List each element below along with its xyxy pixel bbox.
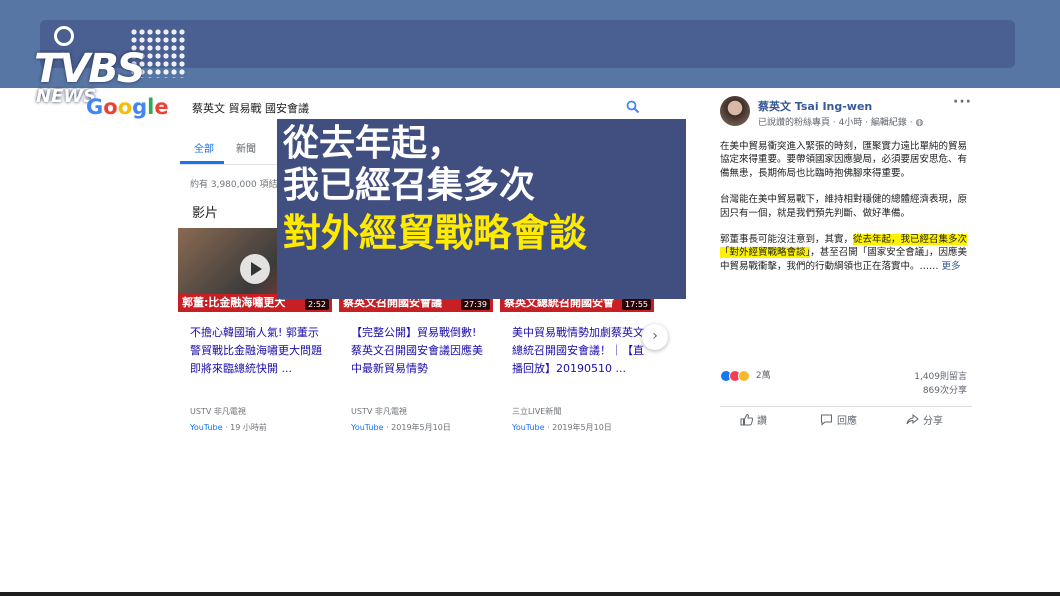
video-time: 2019年5月10日 [391, 423, 451, 432]
like-button[interactable]: 讚 [740, 412, 767, 427]
like-label: 讚 [757, 416, 767, 427]
overlay-line-1: 從去年起， [283, 123, 464, 164]
results-count: 約有 3,980,000 項結 [190, 180, 278, 190]
play-icon[interactable] [240, 254, 270, 284]
divider [720, 406, 972, 407]
bottom-border [0, 592, 1060, 596]
avatar[interactable] [720, 96, 750, 126]
post-meta: 已說讚的粉絲專頁 · 4小時 · 編輯紀錄 · ◍ [758, 118, 924, 128]
post-paragraph: 在美中貿易衝突進入緊張的時刻，匯聚實力遠比單純的貿易協定來得重要。要帶領國家因應… [720, 141, 968, 179]
video-platform: YouTube [190, 423, 223, 432]
video-duration: 2:52 [305, 299, 329, 310]
post-paragraph: 郭董事長可能沒注意到，其實，從去年起，我已經召集多次「對外經貿戰略會談」，甚至召… [720, 234, 968, 272]
video-time: 19 小時前 [230, 423, 267, 432]
search-bar-background [40, 20, 1015, 68]
see-more-link[interactable]: 更多 [942, 261, 961, 272]
videos-section-title: 影片 [192, 206, 219, 221]
video-meta: YouTube · 2019年5月10日 [512, 423, 612, 432]
overlay-line-3: 對外經貿戰略會談 [283, 211, 588, 255]
post-actions: 讚 回應 分享 [720, 412, 972, 432]
quote-overlay: 從去年起， 我已經召集多次 對外經貿戰略會談 [277, 119, 686, 299]
post-body: 在美中貿易衝突進入緊張的時刻，匯聚實力遠比單純的貿易協定來得重要。要帶領國家因應… [720, 140, 972, 286]
share-icon [906, 413, 919, 425]
video-source: USTV 非凡電視 [190, 407, 246, 416]
post-paragraph: 台灣能在美中貿易戰下，維持相對穩健的總體經濟表現，原因只有一個，就是我們預先判斷… [720, 194, 968, 219]
chevron-right-icon[interactable]: › [642, 324, 668, 350]
video-meta: YouTube · 2019年5月10日 [351, 423, 451, 432]
search-input[interactable]: 蔡英文 貿易戰 國安會議 [192, 100, 309, 116]
overlay-line-2: 我已經召集多次 [283, 165, 536, 206]
share-label: 分享 [923, 416, 943, 427]
video-title[interactable]: 不擔心韓國瑜人氣! 郭董示警貿戰比金融海嘯更大問題即將來臨總統快開 ... [190, 324, 326, 378]
haha-reaction-icon [738, 369, 750, 382]
video-platform: YouTube [351, 423, 384, 432]
video-title[interactable]: 美中貿易戰情勢加劇蔡英文總統召開國安會議！｜【直播回放】20190510 ... [512, 324, 648, 378]
video-duration: 27:39 [460, 299, 490, 310]
comment-icon [821, 414, 832, 426]
reactions-count: 2萬 [755, 371, 771, 381]
comments-count[interactable]: 1,409則留言 [914, 370, 967, 384]
engagement-stats: 1,409則留言 869次分享 [914, 370, 967, 398]
video-source: 三立LIVE新聞 [512, 407, 562, 416]
post-author[interactable]: 蔡英文 Tsai Ing-wen [758, 98, 872, 114]
search-icon[interactable] [626, 100, 640, 114]
comment-label: 回應 [837, 416, 857, 427]
shares-count[interactable]: 869次分享 [914, 384, 967, 398]
tab-all[interactable]: 全部 [194, 140, 214, 155]
thumbs-up-icon [740, 413, 753, 426]
video-source: USTV 非凡電視 [351, 407, 407, 416]
reactions-summary[interactable]: 2萬 [720, 368, 771, 382]
facebook-post: 蔡英文 Tsai Ing-wen 已說讚的粉絲專頁 · 4小時 · 編輯紀錄 ·… [710, 88, 980, 438]
video-platform: YouTube [512, 423, 545, 432]
more-options-icon[interactable]: ··· [953, 94, 972, 110]
video-duration: 17:55 [621, 299, 651, 310]
video-title[interactable]: 【完整公開】貿易戰倒數! 蔡英文召開國安會議因應美中最新貿易情勢 [351, 324, 487, 378]
video-meta: YouTube · 19 小時前 [190, 423, 267, 432]
globe-icon: ◍ [915, 118, 924, 128]
video-time: 2019年5月10日 [552, 423, 612, 432]
tab-news[interactable]: 新聞 [236, 140, 256, 155]
google-logo[interactable]: Google [86, 95, 169, 119]
logo-ring-icon [54, 26, 74, 46]
comment-button[interactable]: 回應 [820, 412, 857, 427]
share-button[interactable]: 分享 [906, 412, 943, 427]
